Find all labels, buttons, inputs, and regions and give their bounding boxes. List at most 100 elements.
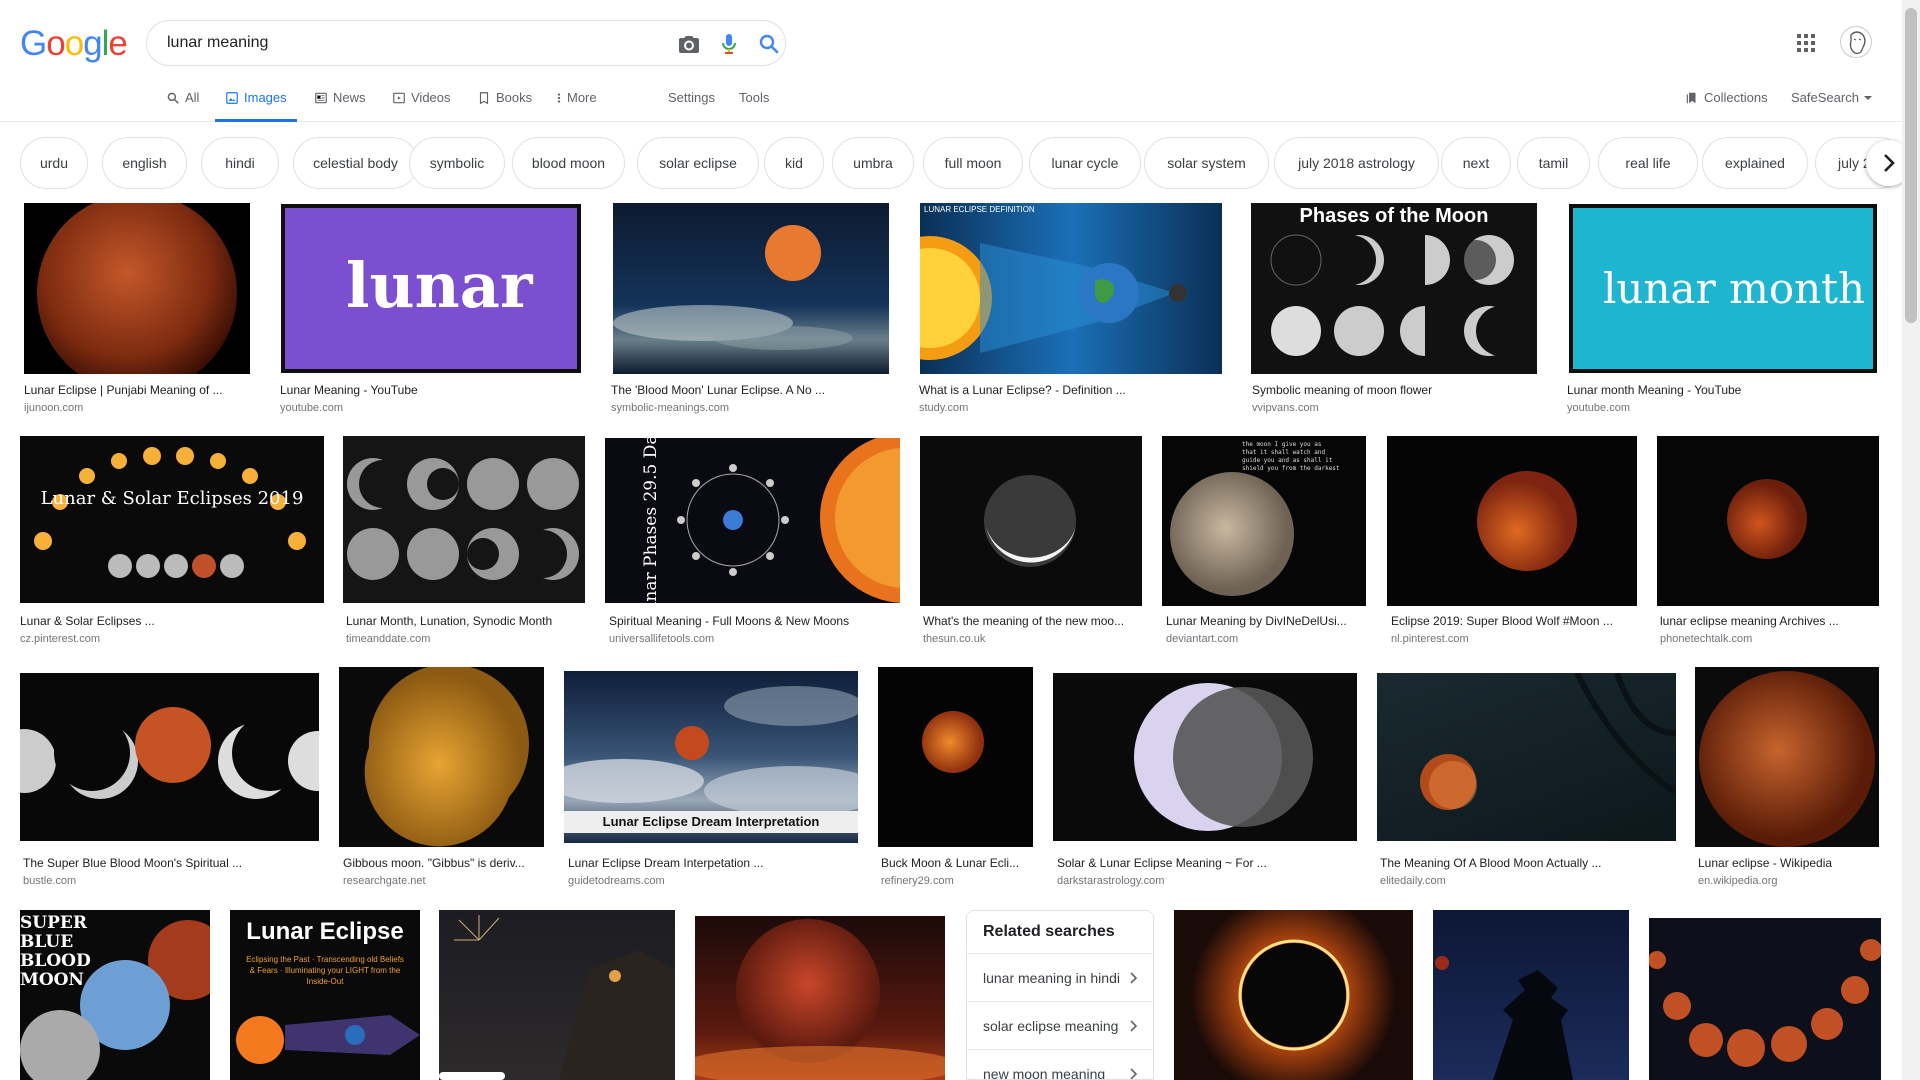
related-search-item[interactable]: solar eclipse meaning [967, 1001, 1153, 1049]
lunar-month-phases-image [347, 458, 579, 580]
result-caption: Lunar Meaning - YouTube [280, 383, 418, 397]
search-icon[interactable] [757, 32, 781, 56]
tab-books-label: Books [496, 90, 533, 105]
result-thumbnail [1433, 910, 1629, 1080]
related-search-item[interactable]: lunar meaning in hindi [967, 953, 1153, 1001]
tab-videos[interactable]: Videos [392, 90, 451, 122]
chip-july-2018-astrology[interactable]: july 2018 astrology [1274, 137, 1439, 189]
more-vert-icon [557, 93, 561, 103]
tab-all[interactable]: All [166, 90, 199, 122]
image-result[interactable]: lunar eclipse meaning Archives ... phone… [1657, 436, 1879, 648]
image-result[interactable]: Eclipse 2019: Super Blood Wolf #Moon ...… [1387, 436, 1637, 648]
result-caption: Lunar Eclipse Dream Interpetation ... [568, 856, 764, 870]
result-caption: What is a Lunar Eclipse? - Definition ..… [919, 383, 1126, 397]
result-thumbnail [1377, 673, 1676, 841]
chip-full-moon[interactable]: full moon [923, 137, 1023, 189]
avatar-drawing-icon [1849, 31, 1866, 55]
eclipse-white-moon-image [1134, 683, 1313, 831]
image-result[interactable]: Lunar eclipse - Wikipedia en.wikipedia.o… [1695, 666, 1880, 892]
image-result[interactable]: LUNAR ECLIPSE DEFINITION What is a Lunar… [919, 203, 1222, 415]
eclipses-2019-image [34, 447, 306, 578]
chevron-right-icon [1130, 1067, 1137, 1079]
image-result[interactable]: lunar Lunar Meaning - YouTube youtube.co… [280, 203, 582, 415]
chip-tamil[interactable]: tamil [1517, 137, 1590, 189]
result-caption: Spiritual Meaning - Full Moons & New Moo… [609, 614, 850, 628]
buck-moon-image [922, 711, 984, 773]
image-result[interactable]: The 'Blood Moon' Lunar Eclipse. A No ...… [611, 203, 889, 415]
image-result[interactable]: What's the meaning of the new moo... the… [920, 436, 1143, 648]
chip-solar-eclipse[interactable]: solar eclipse [637, 137, 759, 189]
chip-kid[interactable]: kid [764, 137, 824, 189]
result-thumbnail [878, 667, 1033, 847]
caret-down-icon [1863, 96, 1872, 100]
related-search-item[interactable]: new moon meaning [967, 1049, 1153, 1079]
image-result[interactable] [1174, 910, 1413, 1080]
result-thumbnail [1387, 436, 1637, 606]
image-result[interactable]: Lunar Eclipse Dream Interpretation Lunar… [564, 666, 860, 892]
result-thumbnail [613, 203, 889, 374]
image-result[interactable]: Lunar Month, Lunation, Synodic Month tim… [343, 436, 586, 648]
chip-english[interactable]: english [102, 137, 187, 189]
image-result[interactable]: SUPER BLUE BLOOD MOON [20, 910, 210, 1080]
image-result[interactable]: Buck Moon & Lunar Ecli... refinery29.com [878, 666, 1033, 892]
tools-label: Tools [739, 90, 770, 105]
crescent-moon-image [984, 475, 1076, 567]
chip-hindi[interactable]: hindi [201, 137, 279, 189]
image-result[interactable] [1433, 910, 1629, 1080]
image-result[interactable]: Lunar & Solar Eclipses 2019 Lunar & Sola… [20, 436, 325, 648]
microphone-icon[interactable] [717, 32, 741, 56]
result-thumbnail: LUNAR ECLIPSE DEFINITION [920, 203, 1222, 374]
result-source: bustle.com [23, 875, 77, 887]
chip-symbolic[interactable]: symbolic [409, 137, 505, 189]
chip-blood-moon[interactable]: blood moon [512, 137, 625, 189]
image-result[interactable] [1649, 918, 1881, 1080]
chevron-right-icon [1130, 1019, 1137, 1032]
chip-next[interactable]: next [1441, 137, 1511, 189]
news-icon [315, 92, 327, 104]
tab-news[interactable]: News [314, 90, 366, 122]
image-result[interactable]: Lunar Eclipse | Punjabi Meaning of ... i… [24, 203, 252, 415]
chip-real-life[interactable]: real life [1598, 137, 1698, 189]
safesearch-dropdown[interactable]: SafeSearch [1791, 90, 1872, 122]
image-result[interactable]: Lunar Phases 29.5 Days Spiritual Meaning… [605, 436, 901, 648]
image-result[interactable]: Gibbous moon. "Gibbus" is deriv... resea… [339, 666, 544, 892]
settings-link[interactable]: Settings [668, 90, 715, 122]
image-result[interactable]: Solar & Lunar Eclipse Meaning ~ For ... … [1053, 666, 1357, 892]
image-result[interactable]: The Meaning Of A Blood Moon Actually ...… [1377, 666, 1677, 892]
eclipse-red-moon-image [1727, 479, 1807, 559]
tab-all-label: All [185, 90, 200, 105]
result-caption: What's the meaning of the new moo... [923, 614, 1125, 628]
result-thumbnail [439, 910, 675, 1080]
book-icon [479, 92, 489, 105]
scrollbar-thumb[interactable] [1905, 8, 1917, 323]
chip-celestial-body[interactable]: celestial body [293, 137, 418, 189]
chip-solar-system[interactable]: solar system [1144, 137, 1269, 189]
image-result[interactable]: Lunar Eclipse Eclipsing the Past · Trans… [230, 910, 420, 1080]
image-result[interactable]: The Super Blue Blood Moon's Spiritual ..… [20, 666, 321, 892]
tools-link[interactable]: Tools [739, 90, 769, 122]
tree-silhouette-image [1435, 956, 1573, 1080]
tab-more-label: More [567, 90, 597, 105]
tab-more[interactable]: More [556, 90, 597, 122]
avatar[interactable] [1840, 26, 1872, 58]
result-thumbnail [339, 667, 544, 847]
image-result[interactable] [695, 916, 945, 1080]
chip-explained[interactable]: explained [1702, 137, 1808, 189]
camera-icon[interactable] [677, 32, 701, 56]
chip-lunar-cycle[interactable]: lunar cycle [1029, 137, 1141, 189]
tab-images[interactable]: Images [215, 90, 297, 122]
apps-grid-icon[interactable] [1796, 33, 1816, 53]
collections-link[interactable]: Collections [1685, 90, 1768, 122]
chip-urdu[interactable]: urdu [20, 137, 88, 189]
tab-books[interactable]: Books [477, 90, 532, 122]
image-result[interactable]: Phases of the Moon Symbolic meaning of m… [1251, 203, 1537, 415]
page-scrollbar[interactable] [1902, 0, 1920, 1080]
safesearch-label: SafeSearch [1791, 90, 1859, 105]
chip-umbra[interactable]: umbra [832, 137, 914, 189]
search-input[interactable] [167, 31, 637, 55]
image-result[interactable]: the moon I give you as that it shall watc… [1162, 436, 1367, 648]
result-thumbnail: the moon I give you as that it shall watc… [1162, 436, 1366, 606]
google-logo[interactable]: Google [20, 24, 128, 64]
image-result[interactable]: lunar month Lunar month Meaning - YouTub… [1567, 203, 1879, 415]
image-result[interactable] [439, 910, 675, 1080]
